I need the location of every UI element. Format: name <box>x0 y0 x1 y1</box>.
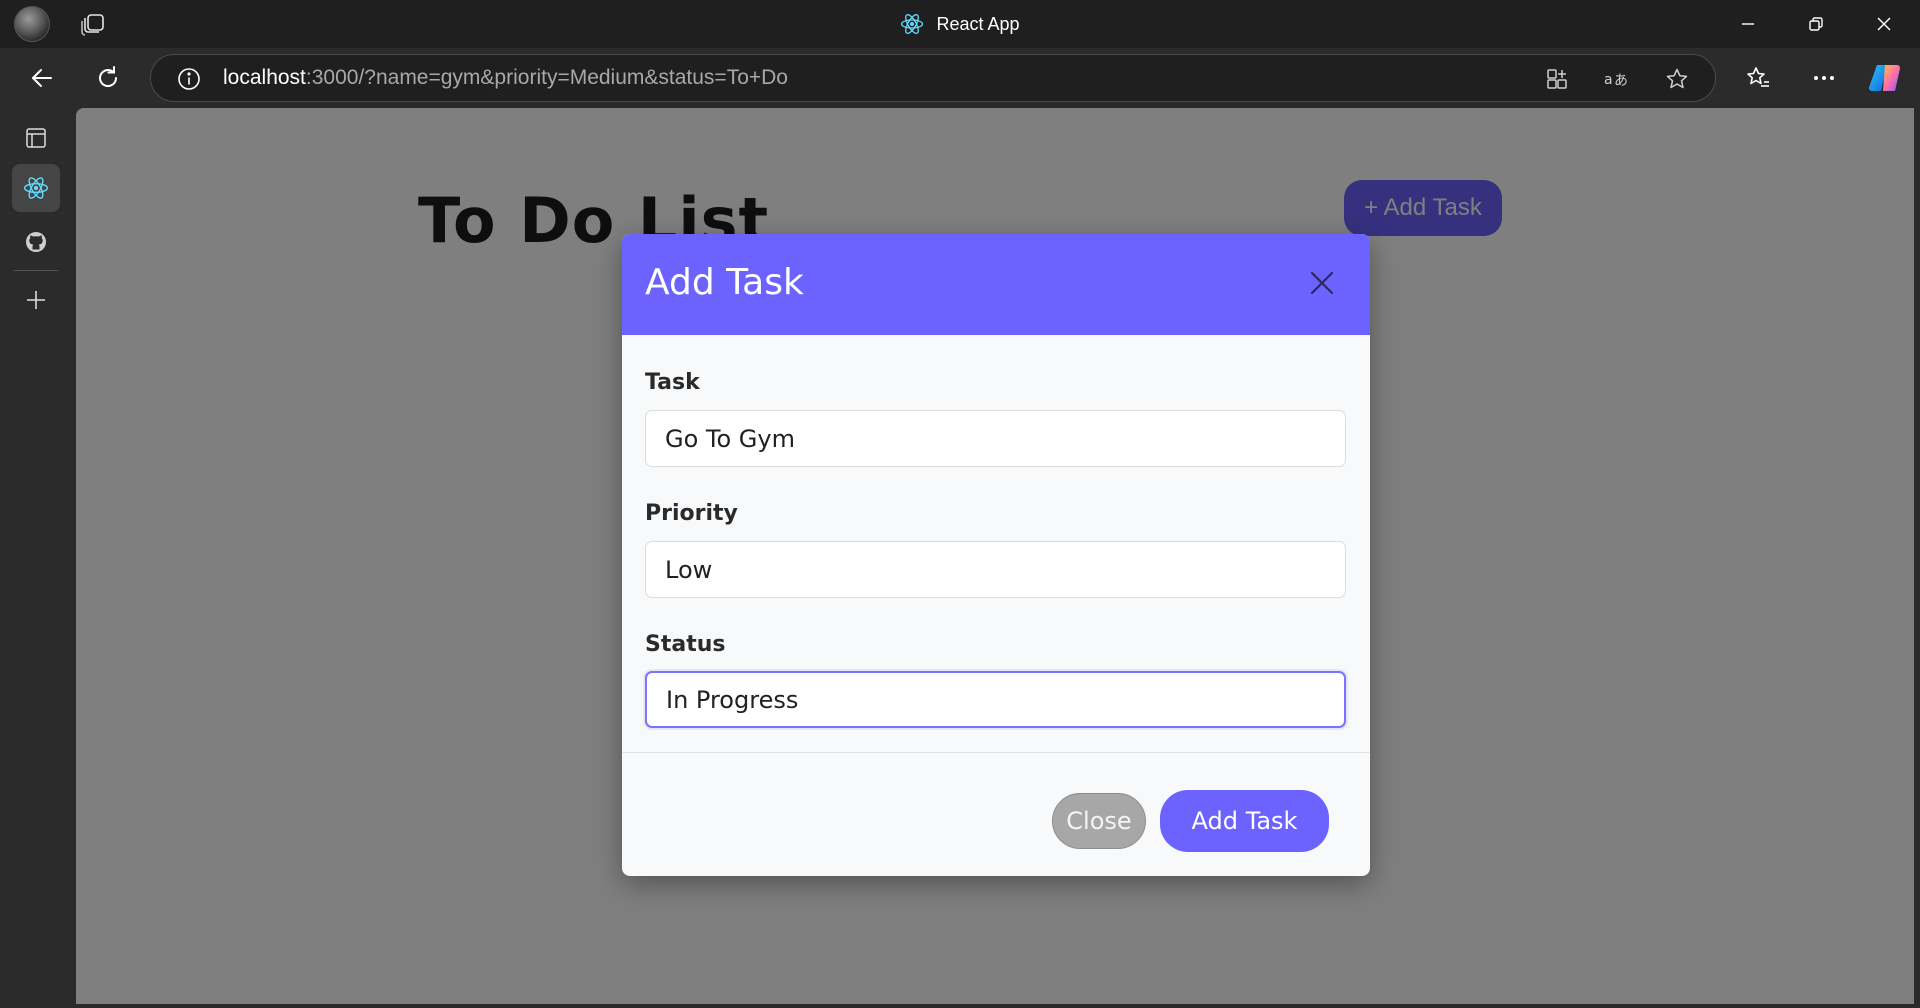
task-label: Task <box>645 370 700 395</box>
window-close-button[interactable] <box>1850 0 1918 48</box>
modal-close-x-button[interactable] <box>1306 267 1338 299</box>
add-task-button[interactable]: Add Task <box>1160 790 1329 852</box>
browser-titlebar: React App <box>0 0 1920 48</box>
back-button[interactable] <box>22 58 62 98</box>
translate-icon: a あ <box>1604 72 1628 89</box>
back-arrow-icon <box>32 69 52 87</box>
url-host: localhost <box>223 66 306 89</box>
sidebar-divider <box>14 270 58 271</box>
tab-react-app[interactable] <box>12 164 60 212</box>
more-icon <box>1814 76 1834 80</box>
svg-text:あ: あ <box>1614 73 1628 89</box>
favorites-button[interactable] <box>1738 58 1778 98</box>
priority-input[interactable] <box>645 541 1346 598</box>
refresh-button[interactable] <box>88 58 128 98</box>
tab-actions-button[interactable] <box>12 114 60 162</box>
workspaces-icon[interactable] <box>80 12 106 36</box>
add-task-modal: Add Task Task Priority Status Close Add … <box>622 234 1370 876</box>
close-icon <box>1877 17 1891 31</box>
status-input[interactable] <box>645 671 1346 728</box>
favorites-icon <box>1747 67 1769 87</box>
modal-title: Add Task <box>645 262 804 303</box>
translate-button[interactable]: a あ <box>1601 63 1633 95</box>
priority-label: Priority <box>645 501 738 526</box>
minimize-icon <box>1742 23 1754 25</box>
add-favorite-button[interactable] <box>1661 63 1693 95</box>
tab-github[interactable] <box>12 218 60 266</box>
site-info-button[interactable] <box>175 65 203 93</box>
browser-toolbar: localhost:3000/?name=gym&priority=Medium… <box>0 48 1920 108</box>
profile-avatar[interactable] <box>14 6 50 42</box>
url-text[interactable]: localhost:3000/?name=gym&priority=Medium… <box>223 55 788 101</box>
react-icon <box>23 177 49 199</box>
window-title: React App <box>0 0 1920 48</box>
close-button[interactable]: Close <box>1052 793 1146 849</box>
window-title-text: React App <box>936 13 1020 34</box>
copilot-button[interactable] <box>1866 58 1906 98</box>
react-icon <box>901 14 924 34</box>
new-tab-button[interactable] <box>12 276 60 324</box>
status-label: Status <box>645 632 726 657</box>
plus-icon <box>27 291 45 309</box>
page-viewport: To Do List + Add Task Add Task Task Prio… <box>76 108 1914 1004</box>
minimize-button[interactable] <box>1714 0 1782 48</box>
restore-button[interactable] <box>1782 0 1850 48</box>
task-input[interactable] <box>645 410 1346 467</box>
close-icon <box>1310 271 1334 295</box>
panel-icon <box>26 128 46 148</box>
svg-text:a: a <box>1604 72 1613 88</box>
app-available-icon <box>1547 69 1567 89</box>
address-bar[interactable]: localhost:3000/?name=gym&priority=Medium… <box>150 54 1716 102</box>
refresh-icon <box>99 66 118 87</box>
settings-menu-button[interactable] <box>1804 58 1844 98</box>
modal-header: Add Task <box>622 234 1370 335</box>
info-icon <box>178 68 200 90</box>
vertical-tab-sidebar <box>0 108 76 1008</box>
copilot-icon <box>1868 64 1901 92</box>
app-available-button[interactable] <box>1541 63 1573 95</box>
github-icon <box>26 232 46 252</box>
star-icon <box>1666 68 1688 89</box>
restore-icon <box>1809 17 1823 31</box>
modal-footer-divider <box>622 752 1370 753</box>
url-path: :3000/?name=gym&priority=Medium&status=T… <box>305 66 788 89</box>
